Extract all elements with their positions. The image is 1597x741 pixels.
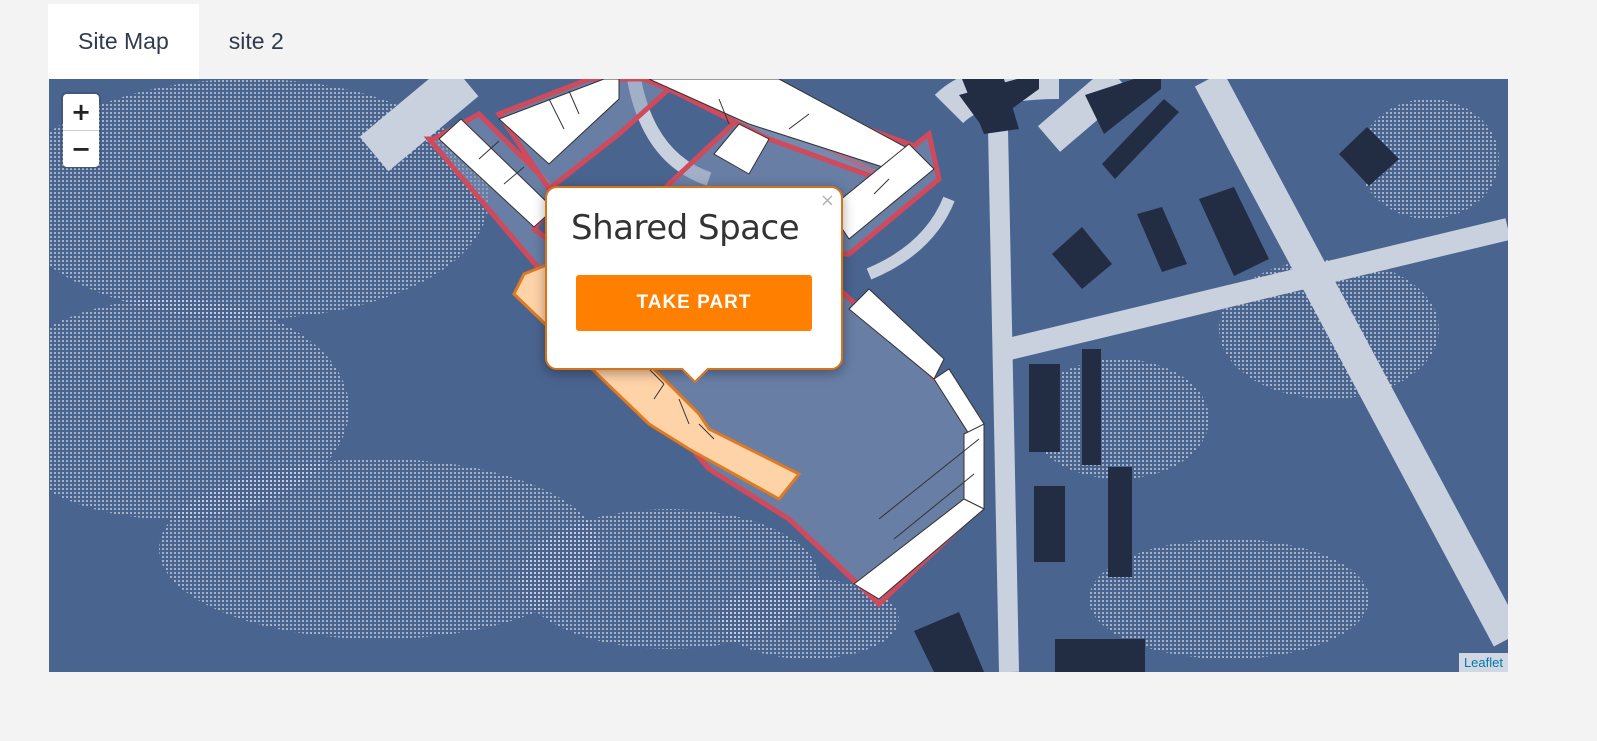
- map-popup: × Shared Space TAKE PART: [545, 186, 843, 384]
- tab-bar: Site Map site 2: [48, 4, 314, 79]
- leaflet-attribution-link[interactable]: Leaflet: [1458, 653, 1508, 672]
- zoom-in-button[interactable]: +: [63, 94, 99, 130]
- zoom-out-button[interactable]: −: [63, 130, 99, 167]
- popup-title: Shared Space: [571, 208, 800, 248]
- close-icon[interactable]: ×: [820, 190, 835, 211]
- map-container[interactable]: + − Leaflet × Shared Space TAKE PART: [49, 79, 1508, 672]
- map-canvas[interactable]: [49, 79, 1508, 672]
- take-part-button[interactable]: TAKE PART: [576, 275, 812, 331]
- tab-site-map[interactable]: Site Map: [48, 4, 199, 79]
- zoom-control: + −: [63, 94, 99, 167]
- tab-site-2[interactable]: site 2: [199, 4, 314, 79]
